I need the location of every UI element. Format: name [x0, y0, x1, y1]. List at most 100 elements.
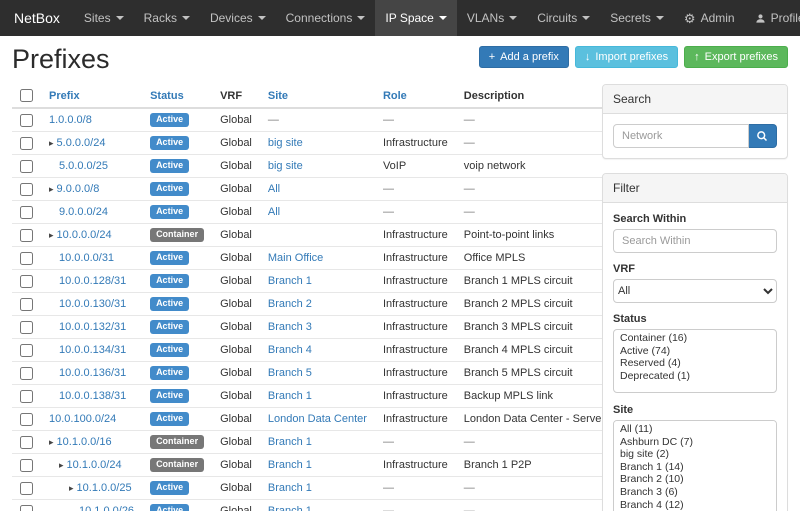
site-cell[interactable]: Branch 2 [268, 298, 312, 310]
column-header-prefix[interactable]: Prefix [41, 84, 142, 108]
site-cell[interactable]: Main Office [268, 252, 323, 264]
site-cell[interactable]: Branch 1 [268, 505, 312, 511]
nav-item-circuits[interactable]: Circuits [527, 0, 600, 36]
row-checkbox[interactable] [20, 459, 33, 472]
row-checkbox[interactable] [20, 390, 33, 403]
site-cell[interactable]: All [268, 183, 280, 195]
prefix-link[interactable]: 10.1.0.0/24 [67, 459, 122, 471]
nav-item-connections[interactable]: Connections [276, 0, 376, 36]
nav-item-devices[interactable]: Devices [200, 0, 276, 36]
status-filter-listbox[interactable]: Container (16)Active (74)Reserved (4)Dep… [613, 329, 777, 393]
row-checkbox[interactable] [20, 482, 33, 495]
prefix-link[interactable]: 1.0.0.0/8 [49, 114, 92, 126]
nav-item-vlans[interactable]: VLANs [457, 0, 527, 36]
nav-item-racks[interactable]: Racks [134, 0, 200, 36]
row-checkbox[interactable] [20, 367, 33, 380]
site-cell[interactable]: All [268, 206, 280, 218]
filter-option[interactable]: Branch 4 (12) [614, 499, 776, 511]
site-cell[interactable]: Branch 1 [268, 459, 312, 471]
filter-option[interactable]: Container (16) [614, 332, 776, 345]
prefix-link[interactable]: 9.0.0.0/8 [57, 183, 100, 195]
row-checkbox[interactable] [20, 114, 33, 127]
row-checkbox[interactable] [20, 252, 33, 265]
profile-link[interactable]: Profile [745, 0, 800, 36]
column-header-site[interactable]: Site [260, 84, 375, 108]
site-cell[interactable]: Branch 1 [268, 390, 312, 402]
filter-option[interactable]: Ashburn DC (7) [614, 436, 776, 449]
prefix-link[interactable]: 5.0.0.0/24 [57, 137, 106, 149]
filter-option[interactable]: Branch 3 (6) [614, 486, 776, 499]
site-cell[interactable]: Branch 4 [268, 344, 312, 356]
row-checkbox[interactable] [20, 160, 33, 173]
site-cell[interactable]: Branch 3 [268, 321, 312, 333]
export-prefixes-button[interactable]: ↑ Export prefixes [684, 46, 788, 68]
vrf-cell: Global [212, 201, 260, 224]
filter-option[interactable]: Reserved (4) [614, 357, 776, 370]
import-prefixes-button[interactable]: ↓ Import prefixes [575, 46, 678, 68]
table-row: 10.0.0.132/31 Active Global Branch 3 Inf… [12, 316, 656, 339]
search-input[interactable] [613, 124, 749, 148]
filter-option[interactable]: Branch 1 (14) [614, 461, 776, 474]
row-checkbox[interactable] [20, 298, 33, 311]
table-row: 1.0.0.0/8 Active Global — — — [12, 108, 656, 132]
prefix-link[interactable]: 10.0.100.0/24 [49, 413, 116, 425]
prefix-link[interactable]: 10.1.0.0/16 [57, 436, 112, 448]
prefix-link[interactable]: 10.0.0.134/31 [59, 344, 126, 356]
chevron-down-icon [656, 16, 664, 20]
site-cell[interactable]: big site [268, 160, 303, 172]
filter-option[interactable]: Branch 2 (10) [614, 473, 776, 486]
prefix-link[interactable]: 10.0.0.130/31 [59, 298, 126, 310]
nav-item-ip-space[interactable]: IP Space [375, 0, 456, 36]
filter-option[interactable]: big site (2) [614, 448, 776, 461]
site-cell[interactable]: Branch 1 [268, 436, 312, 448]
site-filter-listbox[interactable]: All (11)Ashburn DC (7)big site (2)Branch… [613, 420, 777, 511]
status-badge: Active [150, 320, 189, 334]
prefix-link[interactable]: 10.1.0.0/26 [79, 505, 134, 511]
row-checkbox[interactable] [20, 275, 33, 288]
site-cell[interactable]: Branch 1 [268, 482, 312, 494]
table-body: 1.0.0.0/8 Active Global — — — ▸ 5.0.0. [12, 108, 656, 511]
row-checkbox[interactable] [20, 321, 33, 334]
row-checkbox[interactable] [20, 436, 33, 449]
nav-item-sites[interactable]: Sites [74, 0, 134, 36]
admin-link[interactable]: ⚙ Admin [674, 0, 745, 36]
row-checkbox[interactable] [20, 344, 33, 357]
site-cell[interactable]: Branch 1 [268, 275, 312, 287]
prefix-link[interactable]: 10.0.0.136/31 [59, 367, 126, 379]
app-logo[interactable]: NetBox [0, 0, 74, 36]
add-prefix-button[interactable]: + Add a prefix [479, 46, 569, 68]
row-checkbox[interactable] [20, 413, 33, 426]
prefix-link[interactable]: 9.0.0.0/24 [59, 206, 108, 218]
prefix-link[interactable]: 10.0.0.0/24 [57, 229, 112, 241]
row-checkbox[interactable] [20, 229, 33, 242]
prefix-link[interactable]: 10.0.0.0/31 [59, 252, 114, 264]
filter-option[interactable]: Active (74) [614, 345, 776, 358]
row-checkbox[interactable] [20, 137, 33, 150]
import-prefixes-label: Import prefixes [595, 50, 668, 64]
search-button[interactable] [749, 124, 777, 148]
site-cell: — [268, 114, 279, 126]
site-cell[interactable]: Branch 5 [268, 367, 312, 379]
row-checkbox[interactable] [20, 505, 33, 511]
site-cell[interactable]: London Data Center [268, 413, 367, 425]
site-cell[interactable]: big site [268, 137, 303, 149]
vrf-cell: Global [212, 224, 260, 247]
filter-option[interactable]: Deprecated (1) [614, 370, 776, 383]
vrf-select[interactable]: All [613, 279, 777, 303]
nav-item-label: Racks [144, 11, 177, 25]
row-checkbox[interactable] [20, 183, 33, 196]
row-checkbox[interactable] [20, 206, 33, 219]
prefix-link[interactable]: 10.1.0.0/25 [77, 482, 132, 494]
search-within-input[interactable] [613, 229, 777, 253]
prefix-link[interactable]: 10.0.0.128/31 [59, 275, 126, 287]
column-header-role[interactable]: Role [375, 84, 456, 108]
nav-item-secrets[interactable]: Secrets [600, 0, 674, 36]
select-all-checkbox[interactable] [20, 89, 33, 102]
prefix-link[interactable]: 10.0.0.132/31 [59, 321, 126, 333]
filter-option[interactable]: All (11) [614, 423, 776, 436]
chevron-down-icon [182, 16, 190, 20]
prefix-link[interactable]: 5.0.0.0/25 [59, 160, 108, 172]
vrf-cell: Global [212, 293, 260, 316]
column-header-status[interactable]: Status [142, 84, 212, 108]
prefix-link[interactable]: 10.0.0.138/31 [59, 390, 126, 402]
